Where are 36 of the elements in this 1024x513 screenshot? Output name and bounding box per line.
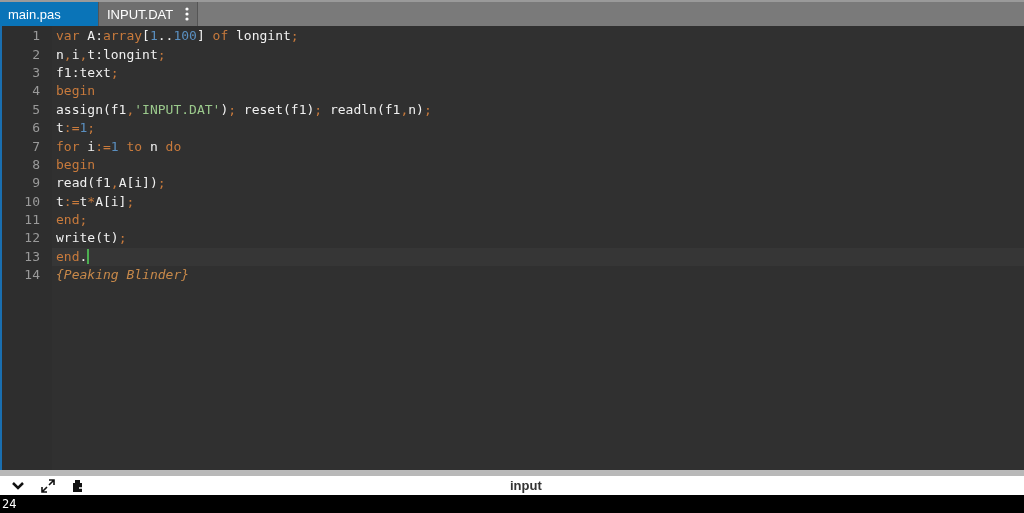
code-line: n,i,t:longint; <box>56 46 166 63</box>
line-number: 14 <box>24 267 40 284</box>
code-line: for i:=1 to n do <box>56 138 182 155</box>
line-number: 13 <box>24 248 40 265</box>
chevron-down-icon[interactable] <box>11 480 25 491</box>
line-number: 6 <box>32 120 40 137</box>
line-number: 9 <box>32 175 40 192</box>
more-options-icon[interactable] <box>185 7 189 21</box>
clipboard-icon[interactable] <box>71 478 85 493</box>
panel-title: input <box>510 478 542 493</box>
line-number: 2 <box>32 46 40 63</box>
code-line: read(f1,A[i]); <box>56 175 166 192</box>
code-line: {Peaking Blinder} <box>56 267 190 284</box>
file-tab[interactable]: INPUT.DAT <box>99 2 198 26</box>
code-line: t:=t*A[i]; <box>56 193 135 210</box>
code-line: f1:text; <box>56 64 119 81</box>
line-number: 1 <box>32 28 40 45</box>
console-output: 24 <box>2 497 17 511</box>
line-number: 4 <box>32 83 40 100</box>
line-number: 3 <box>32 64 40 81</box>
expand-icon[interactable] <box>41 478 55 493</box>
code-line: t:=1; <box>56 120 96 137</box>
code-line: end. <box>56 248 88 265</box>
file-tab[interactable]: main.pas <box>0 2 99 26</box>
line-number: 7 <box>32 138 40 155</box>
line-number: 10 <box>24 193 40 210</box>
line-number: 12 <box>24 230 40 247</box>
code-line: assign(f1,'INPUT.DAT'); reset(f1); readln(f1,n); <box>56 101 432 118</box>
line-number: 11 <box>24 212 40 229</box>
code-line: end; <box>56 212 88 229</box>
code-line: var A:array[1..100] of longint; <box>56 28 299 45</box>
line-number: 8 <box>32 156 40 173</box>
code-line: begin <box>56 156 96 173</box>
line-number: 5 <box>32 101 40 118</box>
code-line: begin <box>56 83 96 100</box>
code-line: write(t); <box>56 230 127 247</box>
